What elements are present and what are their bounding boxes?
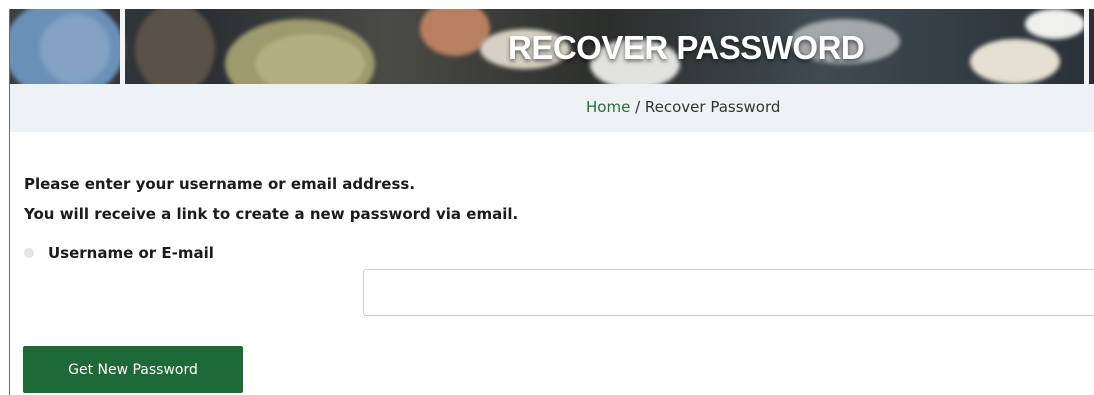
hero-photo-shape [40,14,110,84]
hero-photo-shape [1025,9,1085,39]
page-title: RECOVER PASSWORD [508,29,865,66]
breadcrumb-separator: / [630,98,645,116]
username-email-input[interactable] [363,269,1094,316]
breadcrumb-home-link[interactable]: Home [586,98,630,116]
page-frame-top [9,0,1094,9]
username-email-label: Username or E-mail [24,244,214,262]
instruction-text: Please enter your username or email addr… [24,175,416,193]
breadcrumb-bar: Home / Recover Password [10,84,1094,132]
breadcrumb: Home / Recover Password [586,98,780,116]
instruction-text: You will receive a link to create a new … [24,205,519,223]
hero-banner: RECOVER PASSWORD [10,9,1094,84]
hero-frame-bar [120,9,125,84]
hero-frame-bar [1084,9,1089,84]
hero-photo-shape [135,9,215,84]
get-new-password-button[interactable]: Get New Password [23,346,243,393]
breadcrumb-current: Recover Password [644,98,781,116]
username-email-label-text: Username or E-mail [48,244,214,262]
required-dot-icon [24,247,34,258]
hero-photo-shape [970,39,1060,84]
